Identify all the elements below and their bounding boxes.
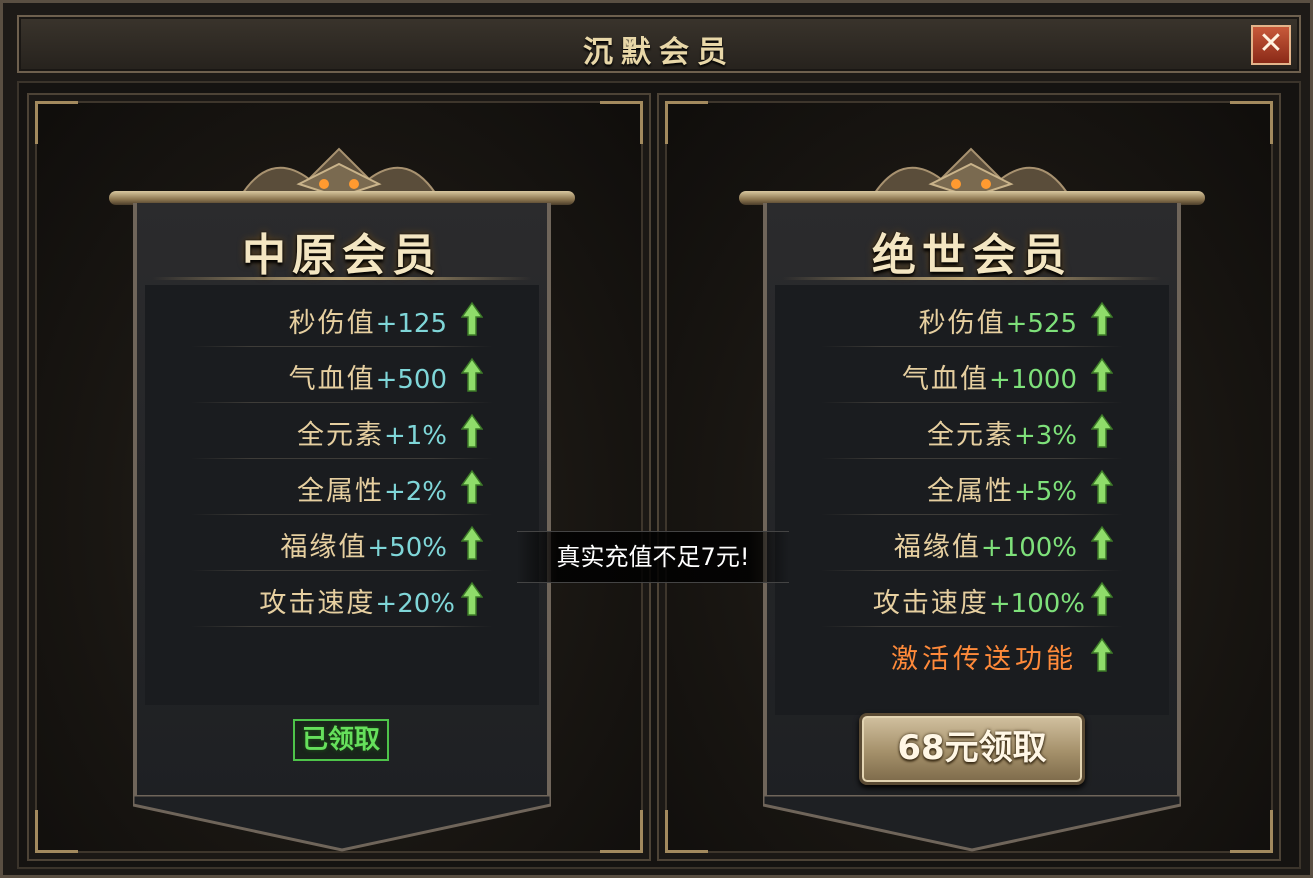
claimed-badge: 已领取: [293, 719, 389, 761]
title-divider: [152, 277, 532, 280]
stat-value: +2%: [383, 477, 447, 507]
stat-row: 福缘值+50%: [145, 515, 539, 571]
buy-button[interactable]: 68元领取: [859, 713, 1085, 785]
stat-row-special: 激活传送功能: [775, 627, 1169, 683]
stat-row: 攻击速度+100%: [775, 571, 1169, 627]
stat-name: 福缘值: [280, 532, 368, 563]
stat-name: 攻击速度: [872, 588, 989, 619]
stat-value: +100%: [988, 589, 1085, 619]
window-title: 沉默会员: [583, 35, 735, 70]
stat-row: 全属性+5%: [775, 459, 1169, 515]
corner-ornament: [665, 810, 708, 853]
stat-row: 气血值+500: [145, 347, 539, 403]
corner-ornament: [1230, 810, 1273, 853]
stat-value: +3%: [1013, 421, 1077, 451]
stat-value: +525: [1005, 309, 1077, 339]
upgrade-arrow-icon: [1091, 413, 1113, 448]
stat-value: +20%: [375, 589, 455, 619]
banner-tail: [763, 795, 1181, 852]
panel-jueshi: 绝世会员 秒伤值+525 气血值+1000 全元素+3% 全属性+5% 福缘值+…: [657, 93, 1281, 861]
upgrade-arrow-icon: [461, 357, 483, 392]
corner-ornament: [665, 101, 708, 144]
upgrade-arrow-icon: [1091, 525, 1113, 560]
upgrade-arrow-icon: [461, 301, 483, 336]
upgrade-arrow-icon: [461, 469, 483, 504]
corner-ornament: [35, 101, 78, 144]
stat-name: 气血值: [902, 364, 990, 395]
corner-ornament: [1230, 101, 1273, 144]
stat-value: +50%: [367, 533, 447, 563]
stat-value: +100%: [980, 533, 1077, 563]
title-bar: 沉默会员 ✕: [17, 15, 1301, 73]
stats-list: 秒伤值+525 气血值+1000 全元素+3% 全属性+5% 福缘值+100%: [775, 285, 1169, 715]
close-icon: ✕: [1258, 26, 1284, 61]
stat-row: 福缘值+100%: [775, 515, 1169, 571]
stat-value: +1%: [383, 421, 447, 451]
stat-name: 气血值: [288, 364, 376, 395]
card-title: 绝世会员: [872, 230, 1072, 281]
stat-name: 福缘值: [893, 532, 981, 563]
banner-tail: [133, 795, 551, 852]
upgrade-arrow-icon: [461, 581, 483, 616]
stat-name: 全属性: [926, 476, 1014, 507]
toast-message: 真实充值不足7元!: [517, 531, 789, 583]
stat-row: 全属性+2%: [145, 459, 539, 515]
stat-value: +500: [375, 365, 447, 395]
stat-row: 全元素+1%: [145, 403, 539, 459]
stat-name: 秒伤值: [918, 308, 1006, 339]
close-button[interactable]: ✕: [1251, 25, 1291, 65]
upgrade-arrow-icon: [1091, 357, 1113, 392]
upgrade-arrow-icon: [461, 525, 483, 560]
corner-ornament: [600, 101, 643, 144]
stat-name: 全属性: [296, 476, 384, 507]
title-divider: [782, 277, 1162, 280]
stat-value: +5%: [1013, 477, 1077, 507]
upgrade-arrow-icon: [1091, 301, 1113, 336]
stat-row: 气血值+1000: [775, 347, 1169, 403]
upgrade-arrow-icon: [1091, 469, 1113, 504]
panel-zhongyuan: 中原会员 秒伤值+125 气血值+500 全元素+1% 全属性+2% 福缘值+5…: [27, 93, 651, 861]
stat-name: 秒伤值: [288, 308, 376, 339]
stat-name: 攻击速度: [259, 588, 376, 619]
stat-value: +1000: [989, 365, 1077, 395]
vip-window: 沉默会员 ✕ 中原会员 秒伤值+125 气血值+500 全元素+1% 全属性+2…: [0, 0, 1313, 878]
special-feature: 激活传送功能: [891, 644, 1077, 675]
upgrade-arrow-icon: [1091, 637, 1113, 672]
corner-ornament: [600, 810, 643, 853]
upgrade-arrow-icon: [1091, 581, 1113, 616]
stat-value: +125: [375, 309, 447, 339]
stat-row: 攻击速度+20%: [145, 571, 539, 627]
stat-row: 全元素+3%: [775, 403, 1169, 459]
upgrade-arrow-icon: [461, 413, 483, 448]
stat-name: 全元素: [926, 420, 1014, 451]
stat-row: 秒伤值+525: [775, 291, 1169, 347]
stat-name: 全元素: [296, 420, 384, 451]
stat-row: 秒伤值+125: [145, 291, 539, 347]
card-title: 中原会员: [242, 230, 442, 281]
corner-ornament: [35, 810, 78, 853]
stats-list: 秒伤值+125 气血值+500 全元素+1% 全属性+2% 福缘值+50% 攻击…: [145, 285, 539, 705]
